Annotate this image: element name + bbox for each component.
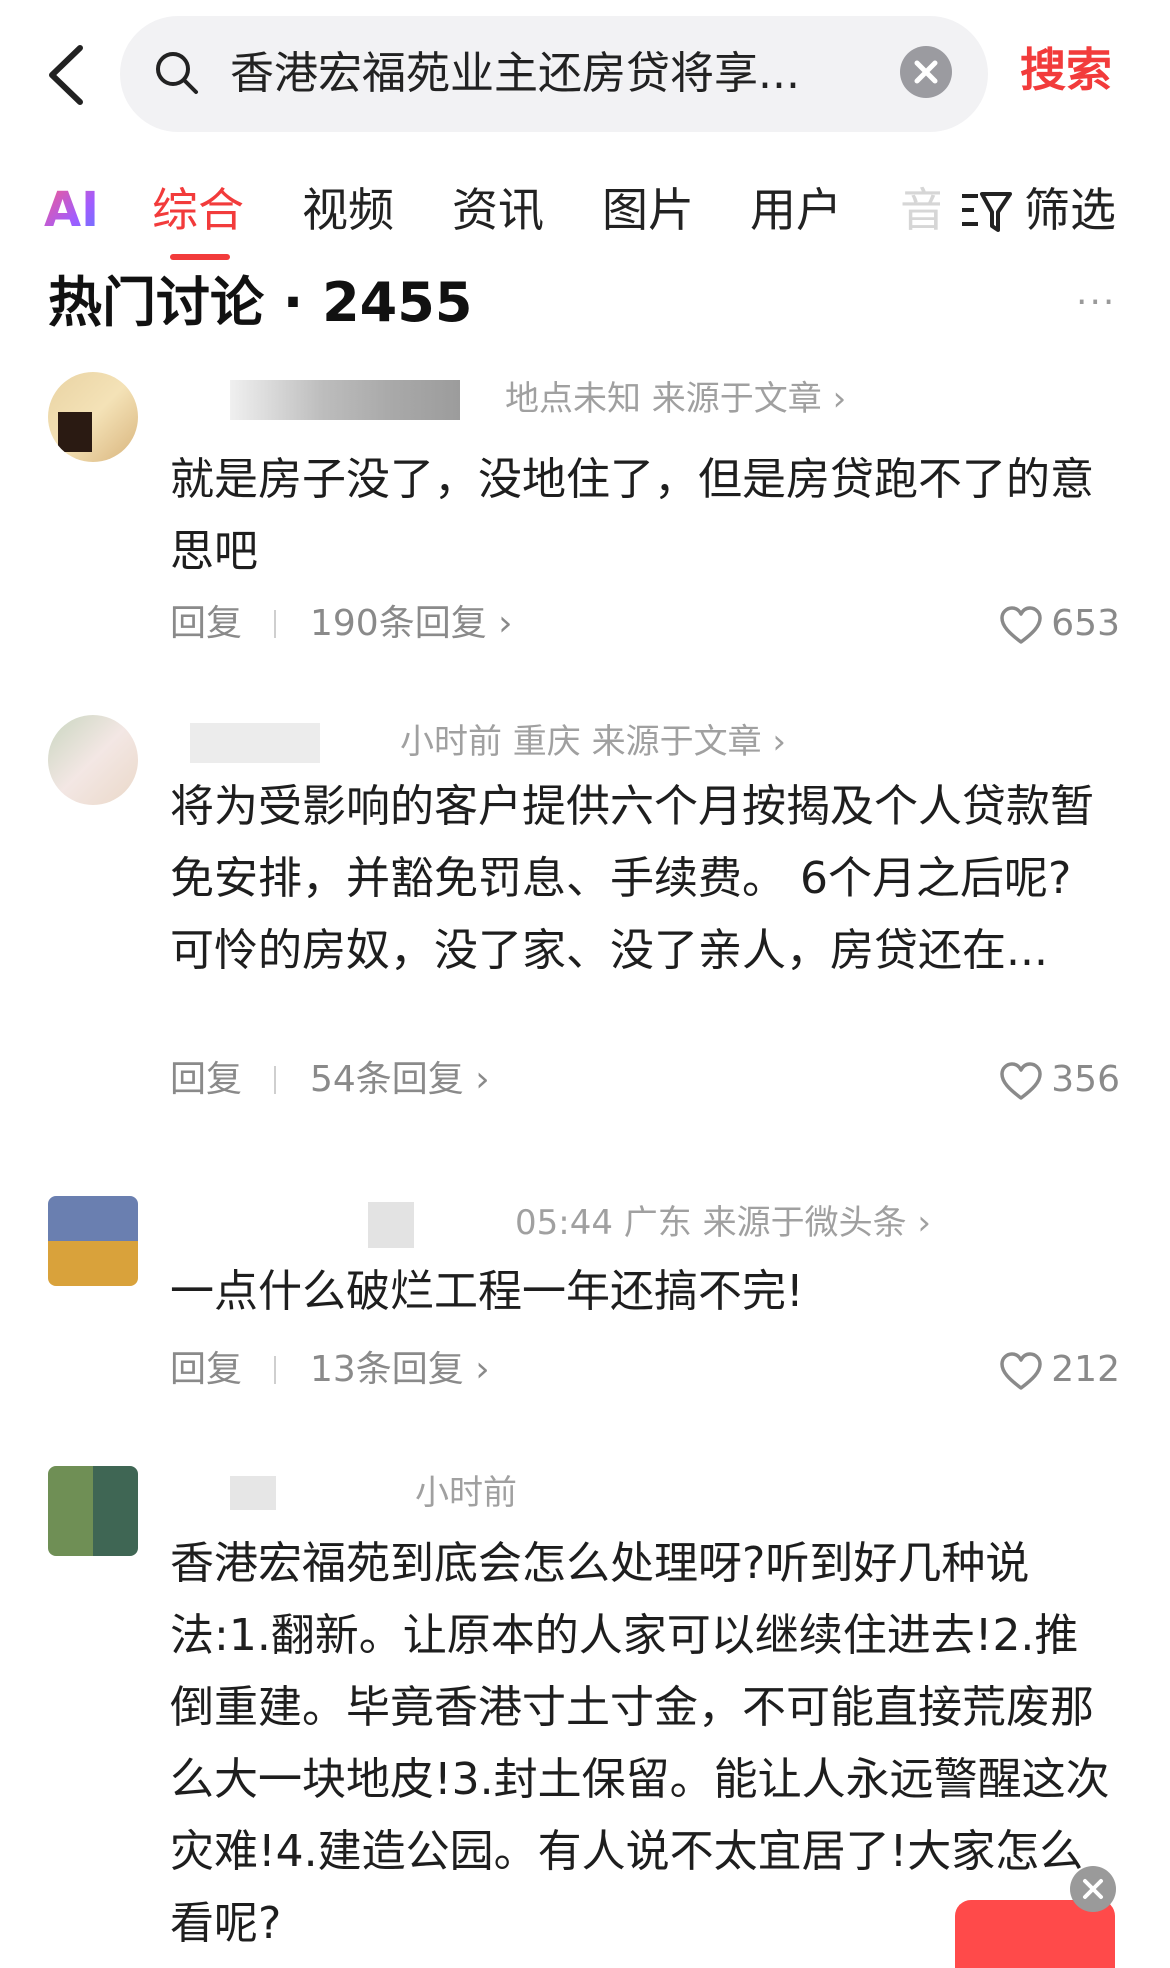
heart-icon: [1000, 1062, 1043, 1100]
comment-meta: 地点未知 来源于文章 ›: [505, 379, 847, 419]
close-icon: [1083, 1879, 1103, 1899]
category-tabs: AI 综合 视频 资讯 图片 用户 音 筛选: [0, 170, 1170, 270]
divider: [274, 1066, 276, 1094]
tab-news[interactable]: 资讯: [452, 180, 544, 240]
search-input[interactable]: 香港宏福苑业主还房贷将享...: [230, 46, 850, 102]
like-count: 356: [1051, 1059, 1120, 1100]
like-button[interactable]: 212: [999, 1340, 1120, 1400]
search-box[interactable]: 香港宏福苑业主还房贷将享...: [120, 16, 988, 132]
hot-discussion-title: 热门讨论 · 2455: [48, 271, 473, 334]
back-button[interactable]: [40, 40, 100, 110]
comment-item: 小时前 重庆 来源于文章 › 将为受影响的客户提供六个月按揭及个人贷款暂免安排，…: [0, 715, 1170, 1135]
more-options-icon[interactable]: ···: [1076, 282, 1116, 323]
redacted-username: [368, 1202, 414, 1248]
close-icon: [914, 60, 938, 84]
search-button[interactable]: 搜索: [1020, 40, 1112, 100]
tab-comprehensive[interactable]: 综合: [152, 180, 244, 240]
heart-icon: [1000, 606, 1043, 644]
tab-video[interactable]: 视频: [302, 180, 394, 240]
comment-item: 05:44 广东 来源于微头条 › 一点什么破烂工程一年还搞不完! 回复 13条…: [0, 1196, 1170, 1416]
comment-item: 地点未知 来源于文章 › 就是房子没了，没地住了，但是房贷跑不了的意思吧 回复 …: [0, 372, 1170, 672]
reply-button[interactable]: 回复: [170, 594, 242, 654]
like-count: 653: [1051, 603, 1120, 644]
comment-text: 就是房子没了，没地住了，但是房贷跑不了的意思吧: [170, 454, 1094, 577]
reply-count-link[interactable]: 13条回复 ›: [310, 1340, 490, 1400]
reply-button[interactable]: 回复: [170, 1340, 242, 1400]
tab-images[interactable]: 图片: [602, 180, 694, 240]
like-button[interactable]: 653: [999, 594, 1120, 654]
like-button[interactable]: 356: [999, 1050, 1120, 1110]
avatar[interactable]: [48, 1466, 138, 1556]
comment-meta: 小时前: [415, 1473, 517, 1513]
divider: [274, 610, 276, 638]
reply-button[interactable]: 回复: [170, 1050, 242, 1110]
filter-icon: [962, 192, 1012, 232]
comment-actions: 回复 13条回复 › 212: [170, 1340, 1120, 1400]
clear-search-button[interactable]: [900, 46, 952, 98]
like-count: 212: [1051, 1349, 1120, 1390]
heart-icon: [1000, 1352, 1043, 1390]
divider: [274, 1356, 276, 1384]
active-tab-indicator: [170, 254, 230, 260]
comment-actions: 回复 54条回复 › 356: [170, 1050, 1120, 1110]
floating-close-button[interactable]: [1070, 1866, 1116, 1912]
reply-count-link[interactable]: 54条回复 ›: [310, 1050, 490, 1110]
comment-meta: 05:44 广东 来源于微头条 ›: [515, 1203, 932, 1243]
tab-users[interactable]: 用户: [750, 180, 842, 240]
redacted-username: [230, 1476, 276, 1510]
avatar[interactable]: [48, 372, 138, 462]
comment-actions: 回复 190条回复 › 653: [170, 594, 1120, 654]
comment-text: 一点什么破烂工程一年还搞不完!: [170, 1266, 804, 1317]
avatar[interactable]: [48, 1196, 138, 1286]
avatar[interactable]: [48, 715, 138, 805]
tab-music-partial[interactable]: 音: [900, 180, 940, 240]
comment-item: 小时前 香港宏福苑到底会怎么处理呀?听到好几种说法:1.翻新。让原本的人家可以继…: [0, 1466, 1170, 1968]
search-icon: [156, 52, 198, 94]
top-bar: 香港宏福苑业主还房贷将享... 搜索: [0, 0, 1170, 150]
comment-meta: 小时前 重庆 来源于文章 ›: [400, 722, 787, 762]
chevron-left-icon: [49, 45, 83, 105]
reply-count-link[interactable]: 190条回复 ›: [310, 594, 513, 654]
redacted-username: [190, 723, 320, 763]
tab-ai[interactable]: AI: [44, 178, 99, 242]
comment-text: 将为受影响的客户提供六个月按揭及个人贷款暂免安排，并豁免罚息、手续费。 6个月之…: [170, 781, 1094, 976]
redacted-username: [230, 380, 460, 420]
filter-label: 筛选: [1024, 183, 1116, 237]
comment-text: 香港宏福苑到底会怎么处理呀?听到好几种说法:1.翻新。让原本的人家可以继续住进去…: [170, 1538, 1110, 1949]
